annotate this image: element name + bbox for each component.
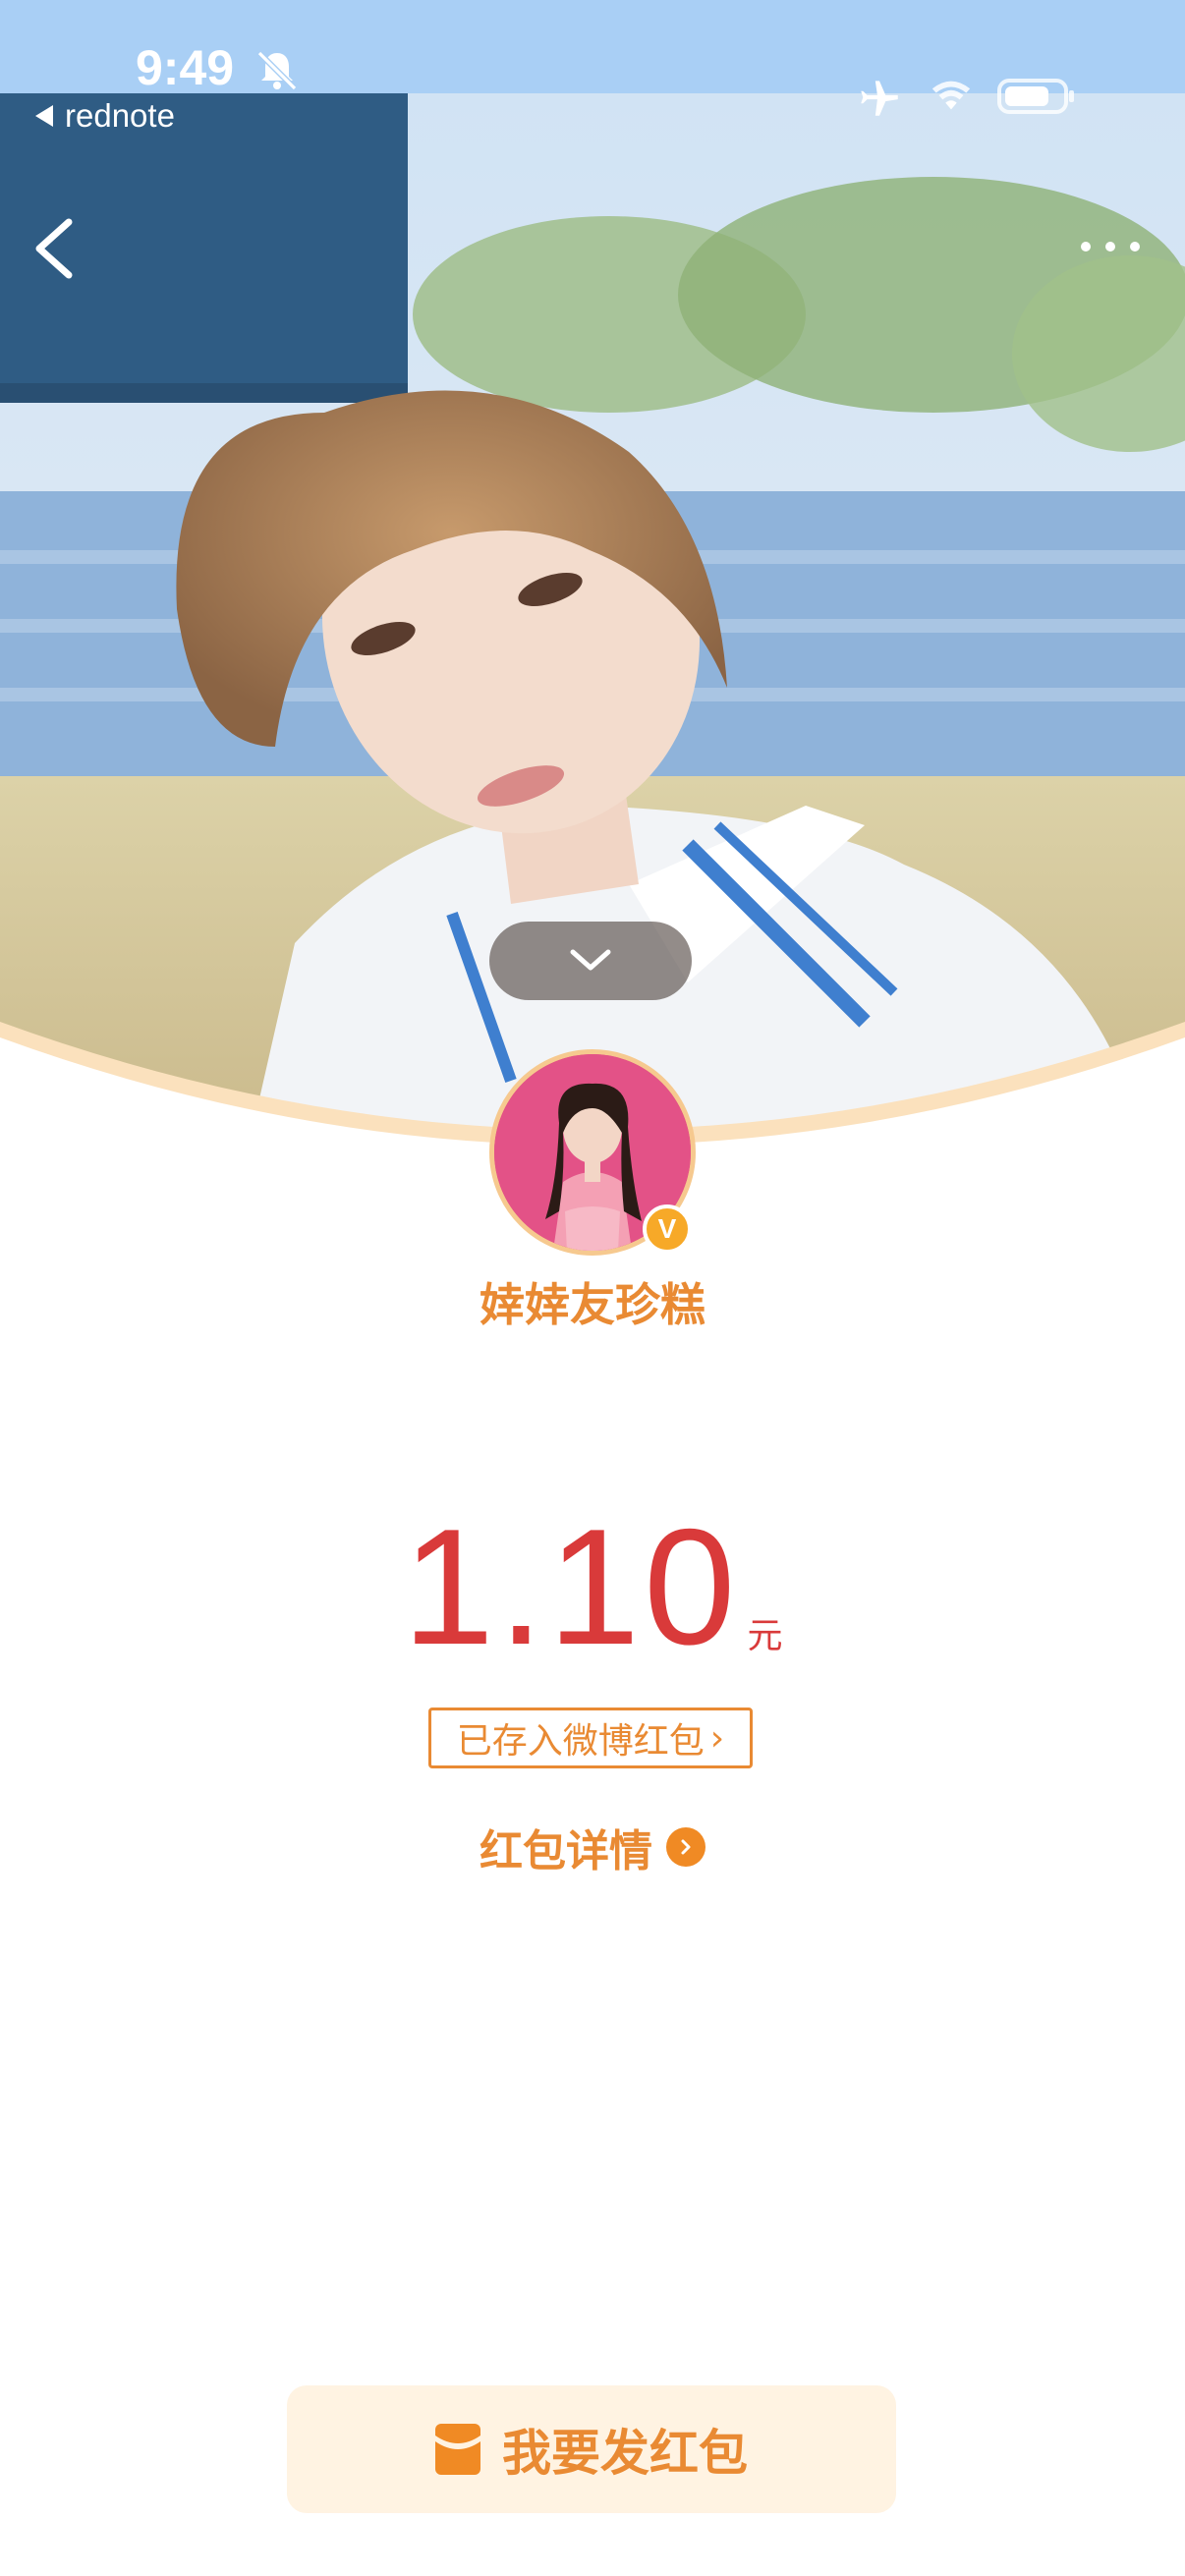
send-red-envelope-button[interactable]: 我要发红包 (287, 2385, 896, 2513)
details-link-label: 红包详情 (480, 1826, 652, 1876)
send-button-label: 我要发红包 (502, 2425, 748, 2482)
envelope-details-link[interactable]: 红包详情 (0, 1816, 1185, 1878)
collapse-button[interactable] (489, 922, 692, 1000)
saved-to-wallet-link[interactable]: 已存入微博红包 › (428, 1708, 753, 1768)
chevron-right-circle-icon (666, 1827, 705, 1867)
amount-unit: 元 (747, 1616, 783, 1656)
amount-value: 1.10 (402, 1494, 740, 1679)
amount-row: 1.10 元 (0, 1494, 1185, 1679)
status-time: 9:49 (136, 40, 235, 95)
chevron-down-icon (570, 949, 611, 971)
chevron-left-icon[interactable] (29, 216, 79, 281)
saved-link-label: 已存入微博红包 (456, 1721, 705, 1762)
more-dots-icon[interactable] (1076, 231, 1145, 262)
status-bar: 9:49 rednote (0, 0, 1185, 134)
airplane-icon (861, 81, 898, 116)
back-to-app-link[interactable]: rednote (35, 96, 175, 136)
bell-slash-icon (256, 50, 298, 91)
verified-badge: V (643, 1204, 692, 1254)
sender-name: 婞婞友珍糕 (480, 1278, 705, 1331)
red-envelope-icon (435, 2424, 480, 2475)
back-app-label: rednote (65, 97, 175, 134)
back-triangle-icon (35, 105, 53, 127)
battery-icon (997, 79, 1074, 114)
chevron-right-icon: › (709, 1717, 725, 1759)
wifi-icon (931, 81, 971, 110)
